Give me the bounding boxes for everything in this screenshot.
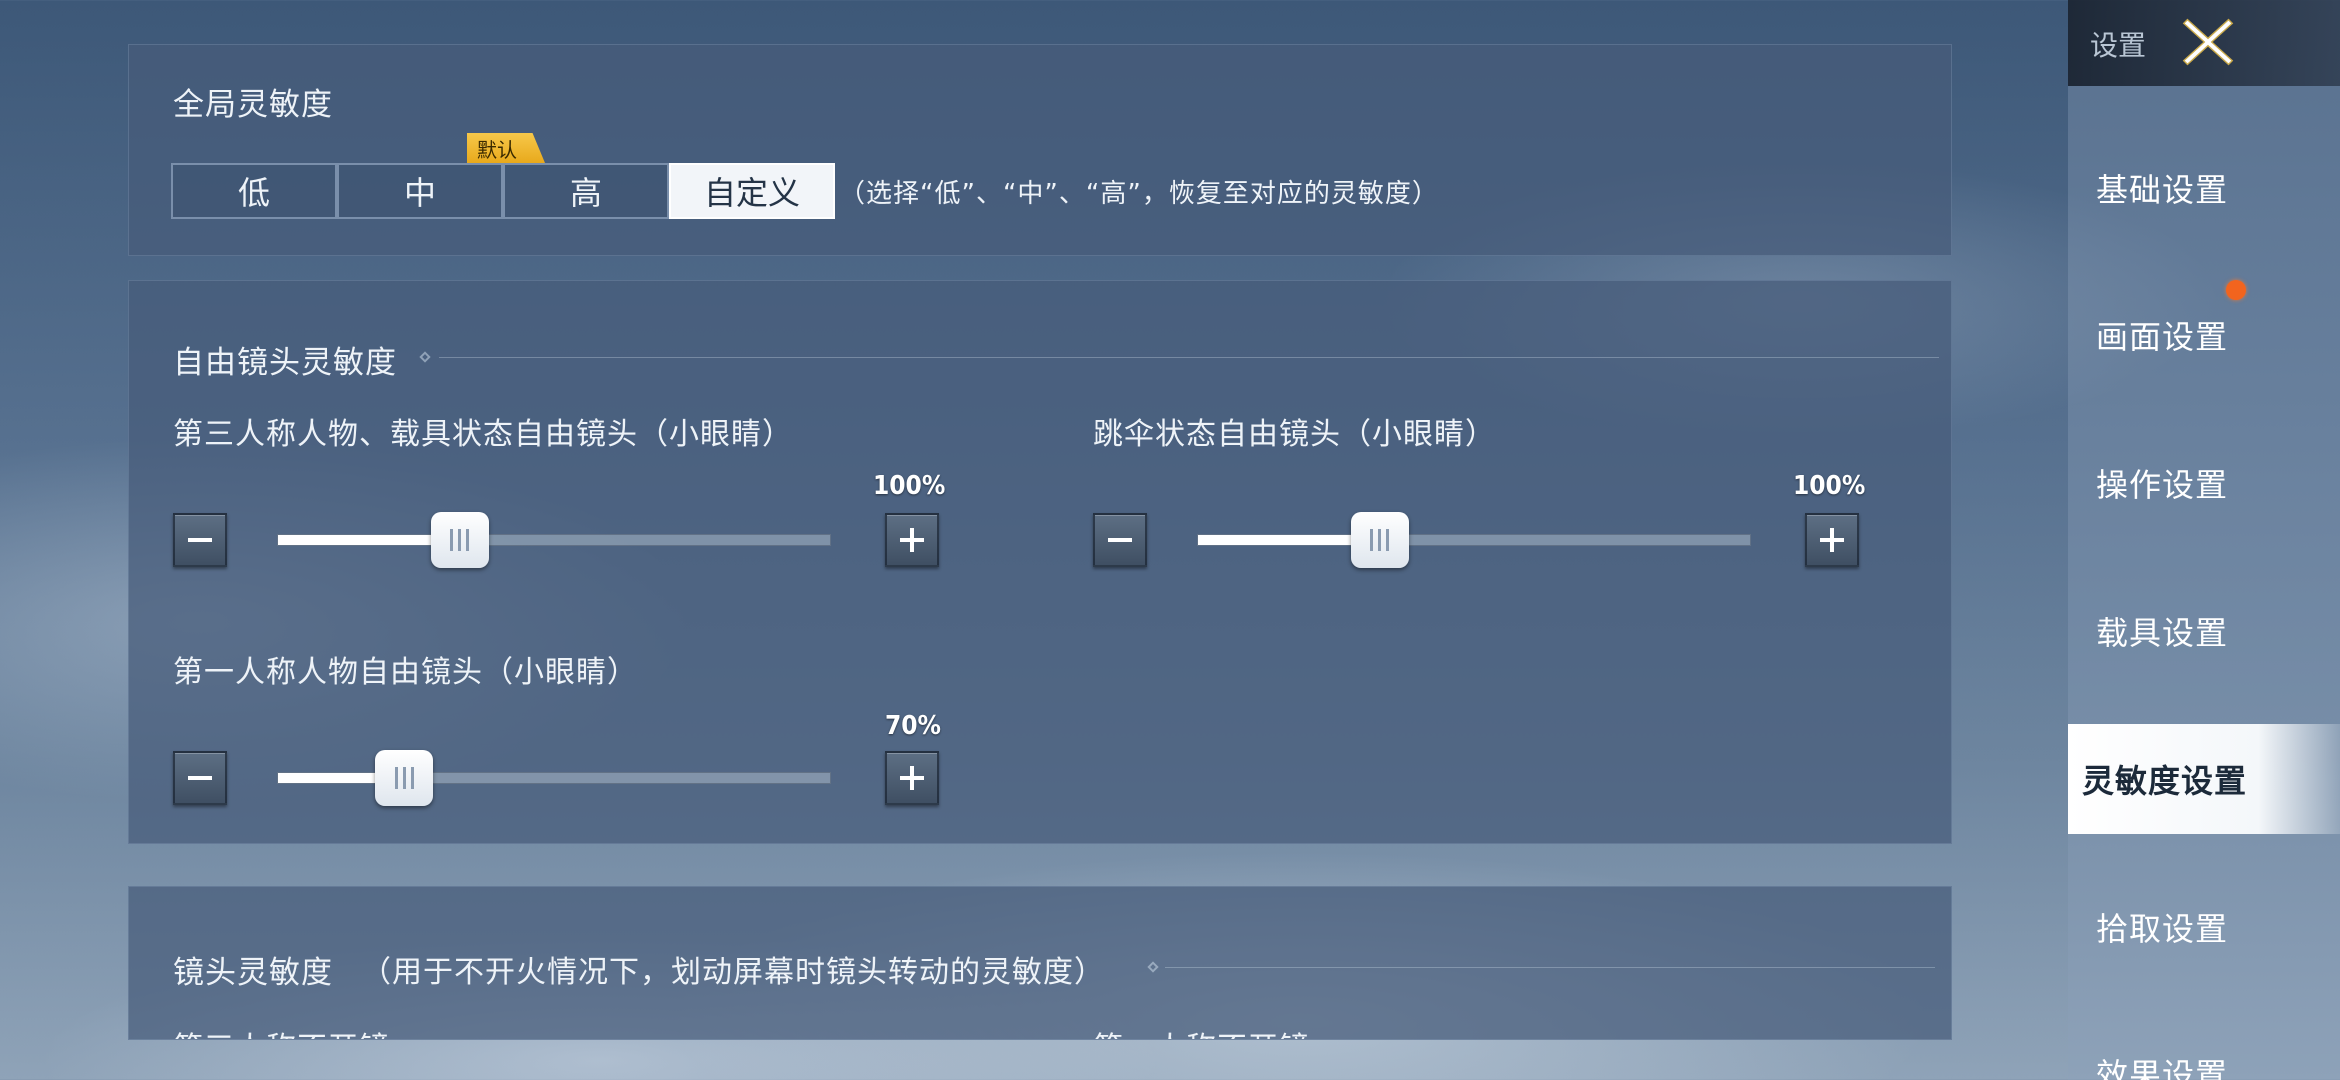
slider-parachute-minus-button[interactable] — [1093, 513, 1147, 567]
notification-dot — [2226, 280, 2246, 300]
preset-high-button[interactable]: 高 — [503, 163, 669, 219]
global-sensitivity-panel: 全局灵敏度 默认 低 中 高 自定义 （选择“低”、“中”、“高”，恢复至对应的… — [128, 44, 1952, 256]
slider-first-person-track[interactable] — [277, 772, 831, 784]
plus-icon — [900, 528, 924, 552]
divider-dot — [419, 351, 431, 363]
slider-first-person-thumb[interactable] — [375, 750, 434, 806]
slider-parachute-label: 跳伞状态自由镜头（小眼睛） — [1093, 417, 1496, 452]
preset-medium-button[interactable]: 中 — [337, 163, 503, 219]
camera-col2-label: 第一人称不开镜 — [1093, 1023, 1310, 1039]
section-divider — [439, 357, 1939, 358]
sidebar-item-sensitivity[interactable]: 灵敏度设置 — [2068, 724, 2340, 834]
slider-first-person-plus-button[interactable] — [885, 751, 939, 805]
section-divider — [1165, 967, 1935, 968]
slider-parachute-plus-button[interactable] — [1805, 513, 1859, 567]
camera-sensitivity-note: （用于不开火情况下，划动屏幕时镜头转动的灵敏度） — [361, 955, 1105, 990]
minus-icon — [188, 776, 212, 780]
preset-low-button[interactable]: 低 — [171, 163, 337, 219]
sidebar-item-controls[interactable]: 操作设置 — [2068, 428, 2340, 538]
sidebar-item-basic[interactable]: 基础设置 — [2068, 133, 2340, 243]
default-tag: 默认 — [467, 133, 545, 163]
slider-third-person-value: 100% — [873, 471, 946, 501]
camera-sensitivity-panel: 镜头灵敏度 （用于不开火情况下，划动屏幕时镜头转动的灵敏度） 第三人称不开镜 第… — [128, 886, 1952, 1040]
slider-third-person-track[interactable] — [277, 534, 831, 546]
minus-icon — [188, 538, 212, 542]
slider-third-person-minus-button[interactable] — [173, 513, 227, 567]
sidebar-header: 设置 — [2068, 0, 2340, 86]
camera-col1-label: 第三人称不开镜 — [173, 1023, 390, 1039]
slider-first-person-minus-button[interactable] — [173, 751, 227, 805]
slider-parachute-thumb[interactable] — [1350, 512, 1409, 568]
free-camera-title: 自由镜头灵敏度 — [173, 345, 397, 381]
close-button[interactable] — [2170, 6, 2246, 78]
sidebar-item-pickup[interactable]: 拾取设置 — [2068, 872, 2340, 982]
free-camera-panel: 自由镜头灵敏度 第三人称人物、载具状态自由镜头（小眼睛） 100% 跳伞状态自由… — [128, 280, 1952, 844]
close-icon — [2182, 18, 2234, 66]
slider-parachute-value: 100% — [1793, 471, 1866, 501]
sidebar-item-vehicle[interactable]: 载具设置 — [2068, 576, 2340, 686]
sidebar-item-effects[interactable]: 效果设置 — [2068, 1018, 2340, 1080]
slider-parachute-track[interactable] — [1197, 534, 1751, 546]
slider-first-person-value: 70% — [885, 711, 941, 741]
divider-dot — [1147, 961, 1159, 973]
preset-custom-button[interactable]: 自定义 — [669, 163, 835, 219]
slider-third-person-plus-button[interactable] — [885, 513, 939, 567]
settings-sidebar: 设置 基础设置 画面设置 操作设置 载具设置 灵敏度设置 拾取设置 效果设置 — [2068, 0, 2340, 1080]
plus-icon — [1820, 528, 1844, 552]
slider-third-person-label: 第三人称人物、载具状态自由镜头（小眼睛） — [173, 417, 793, 452]
slider-first-person-label: 第一人称人物自由镜头（小眼睛） — [173, 655, 638, 690]
preset-hint-text: （选择“低”、“中”、“高”，恢复至对应的灵敏度） — [839, 179, 1439, 209]
sidebar-item-graphics[interactable]: 画面设置 — [2068, 280, 2340, 390]
settings-title: 设置 — [2090, 29, 2147, 62]
minus-icon — [1108, 538, 1132, 542]
plus-icon — [900, 766, 924, 790]
camera-sensitivity-title: 镜头灵敏度 — [173, 955, 333, 991]
slider-third-person-thumb[interactable] — [430, 512, 489, 568]
global-sensitivity-title: 全局灵敏度 — [173, 87, 333, 123]
